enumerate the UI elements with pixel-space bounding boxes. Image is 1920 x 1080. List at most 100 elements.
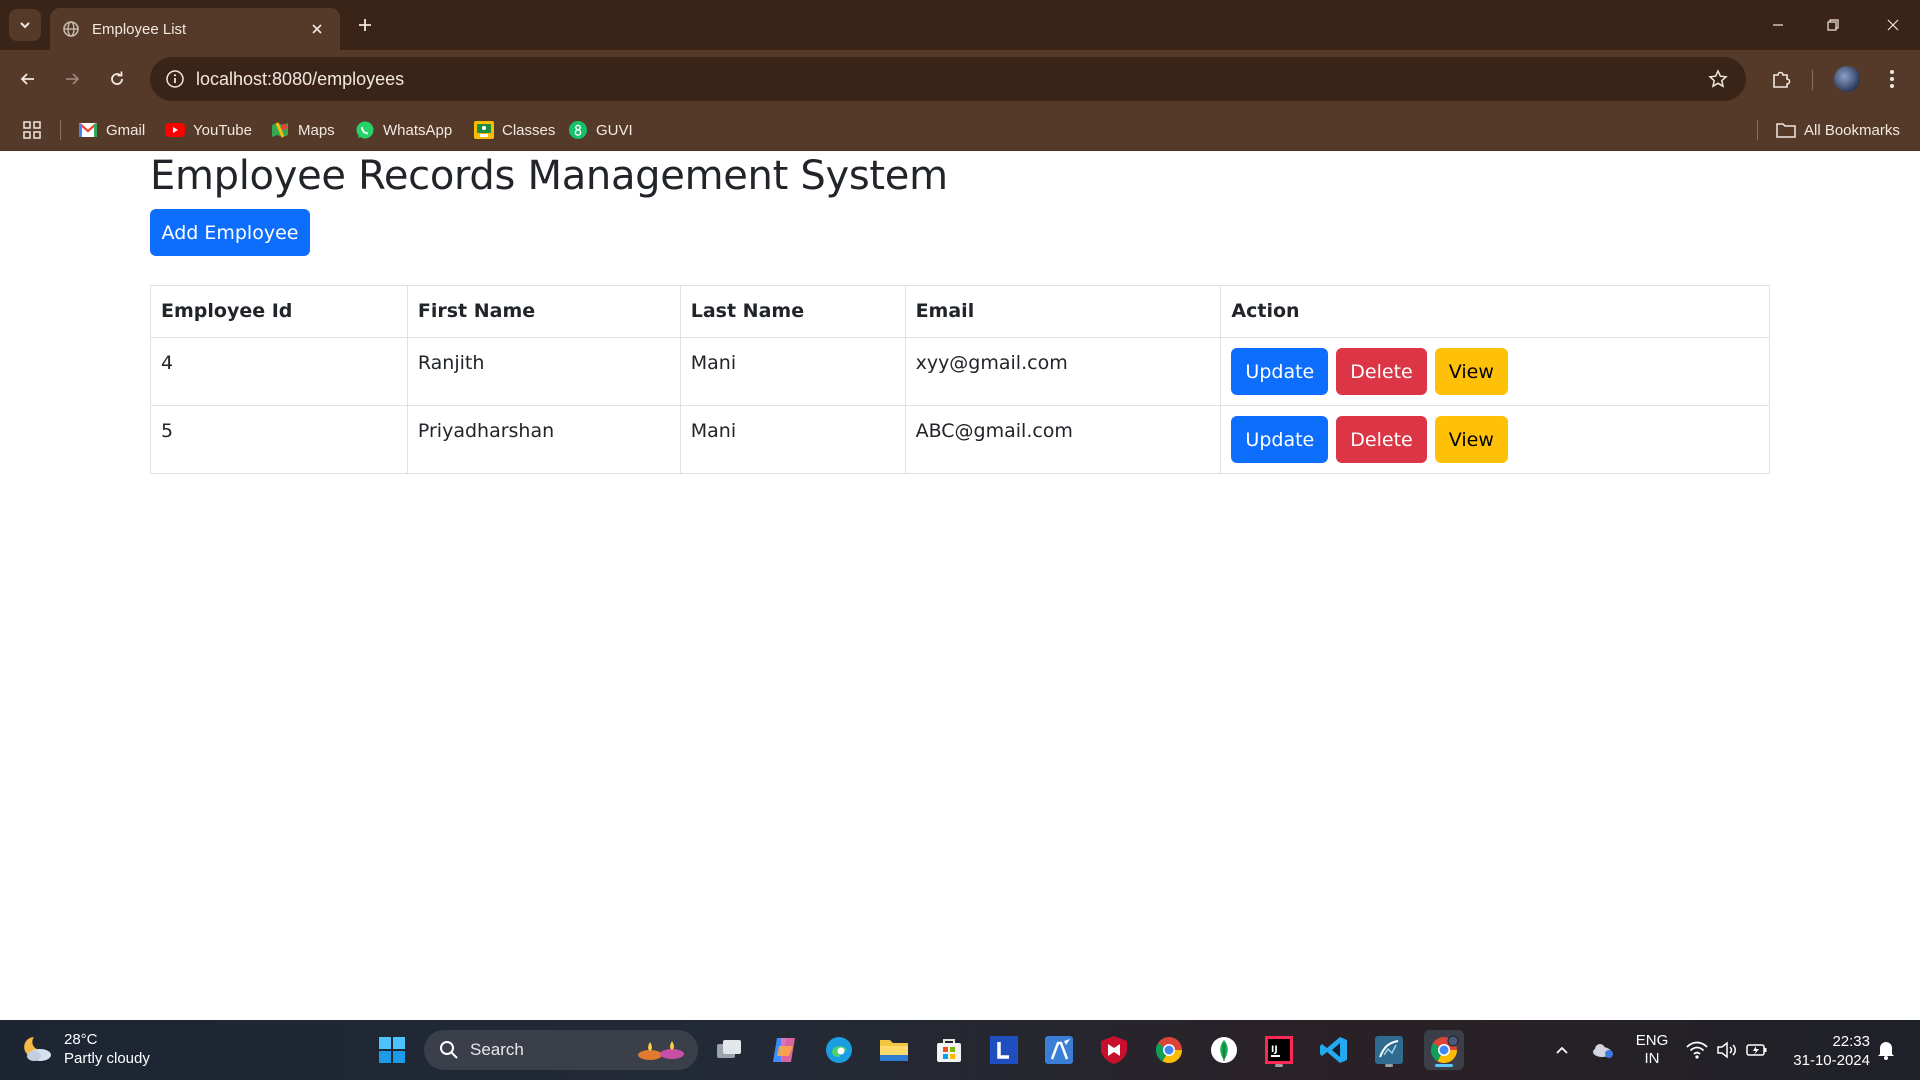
mongodb-leaf-icon xyxy=(1211,1037,1237,1063)
toolbar-divider xyxy=(1812,70,1813,90)
back-button[interactable] xyxy=(13,64,43,94)
extensions-button[interactable] xyxy=(1766,64,1796,94)
new-tab-button[interactable] xyxy=(352,12,378,38)
taskbar-clock[interactable]: 22:33 31-10-2024 xyxy=(1780,1032,1870,1070)
page-content: Employee Records Management System Add E… xyxy=(0,151,1920,1020)
bookmarks-bar: Gmail YouTube Maps WhatsApp Classes GUVI xyxy=(0,108,1920,151)
gmail-icon xyxy=(78,120,98,140)
cell-first-name: Priyadharshan xyxy=(406,405,681,474)
chrome-icon xyxy=(1155,1037,1183,1064)
url-text[interactable]: localhost:8080/employees xyxy=(196,69,404,90)
clock-time: 22:33 xyxy=(1832,1033,1870,1050)
address-bar[interactable]: localhost:8080/employees xyxy=(150,57,1746,101)
task-view-button[interactable] xyxy=(709,1030,749,1070)
onedrive-tray-button[interactable] xyxy=(1588,1034,1616,1066)
update-button[interactable]: Update xyxy=(1231,348,1329,395)
mysql-workbench-button[interactable] xyxy=(1369,1030,1409,1070)
weather-widget[interactable]: 28°C Partly cloudy xyxy=(20,1030,150,1068)
mcafee-button[interactable] xyxy=(1094,1030,1134,1070)
volume-tray-button[interactable] xyxy=(1714,1034,1740,1066)
maps-icon xyxy=(270,120,290,140)
bookmark-label: WhatsApp xyxy=(383,121,453,139)
minimize-button[interactable] xyxy=(1750,0,1805,50)
browser-tab-bar: Employee List xyxy=(0,0,1920,50)
file-explorer-button[interactable] xyxy=(874,1030,914,1070)
onedrive-cloud-icon xyxy=(1593,1044,1613,1058)
bookmark-star-icon[interactable] xyxy=(1706,67,1730,91)
cell-employee-id: 4 xyxy=(150,337,408,406)
cell-actions: Update Delete View xyxy=(1220,405,1770,474)
windows-logo-icon xyxy=(379,1037,405,1063)
site-info-icon[interactable] xyxy=(164,68,186,90)
intellij-button[interactable]: IJ xyxy=(1259,1030,1299,1070)
mysql-workbench-icon xyxy=(1375,1036,1403,1064)
view-button[interactable]: View xyxy=(1434,348,1508,395)
vscode-button[interactable] xyxy=(1314,1030,1354,1070)
bookmark-whatsapp[interactable]: WhatsApp xyxy=(355,116,452,144)
bookmark-youtube[interactable]: YouTube xyxy=(165,116,252,144)
column-header-first-name: First Name xyxy=(406,285,681,338)
pen-app-icon xyxy=(1045,1036,1073,1064)
edge-button[interactable] xyxy=(819,1030,859,1070)
clock-date: 31-10-2024 xyxy=(1793,1052,1870,1069)
copilot-button[interactable] xyxy=(764,1030,804,1070)
partly-cloudy-night-icon xyxy=(20,1032,54,1066)
bookmark-maps[interactable]: Maps xyxy=(270,116,335,144)
update-button[interactable]: Update xyxy=(1231,416,1329,463)
copilot-icon xyxy=(773,1038,795,1062)
folder-icon xyxy=(880,1040,908,1061)
bookmark-label: YouTube xyxy=(193,121,252,139)
whatsapp-icon xyxy=(355,120,375,140)
microsoft-store-button[interactable] xyxy=(929,1030,969,1070)
view-button[interactable]: View xyxy=(1434,416,1508,463)
bookmarks-divider xyxy=(1757,120,1758,140)
chrome-active-button[interactable] xyxy=(1424,1030,1464,1070)
all-bookmarks-button[interactable]: All Bookmarks xyxy=(1776,116,1900,144)
puzzle-icon xyxy=(1773,71,1791,88)
delete-button[interactable]: Delete xyxy=(1336,416,1427,463)
restore-icon xyxy=(1826,19,1839,31)
restore-button[interactable] xyxy=(1805,0,1860,50)
mongodb-compass-button[interactable] xyxy=(1204,1030,1244,1070)
taskbar-search[interactable]: Search xyxy=(424,1030,698,1070)
close-window-button[interactable] xyxy=(1865,0,1920,50)
tab-search-button[interactable] xyxy=(9,9,41,41)
apps-grid-icon[interactable] xyxy=(20,118,44,142)
speaker-icon xyxy=(1717,1041,1736,1059)
language-indicator[interactable]: ENG IN xyxy=(1630,1032,1674,1067)
battery-tray-button[interactable] xyxy=(1744,1034,1770,1066)
page-title: Employee Records Management System xyxy=(150,153,948,199)
weather-temperature: 28°C xyxy=(64,1031,98,1048)
battery-charging-icon xyxy=(1746,1044,1767,1056)
chrome-menu-button[interactable] xyxy=(1877,64,1907,94)
edge-icon xyxy=(826,1037,852,1063)
minimize-icon xyxy=(1772,24,1783,26)
bookmark-gmail[interactable]: Gmail xyxy=(78,116,145,144)
column-header-email: Email xyxy=(904,285,1222,338)
reload-button[interactable] xyxy=(102,64,132,94)
notifications-button[interactable] xyxy=(1874,1034,1898,1066)
show-hidden-icons-button[interactable] xyxy=(1550,1034,1574,1066)
bookmark-guvi[interactable]: GUVI xyxy=(568,116,633,144)
browser-tab-active[interactable]: Employee List xyxy=(50,8,340,50)
wifi-tray-button[interactable] xyxy=(1684,1034,1710,1066)
close-tab-icon[interactable] xyxy=(306,18,328,40)
avatar xyxy=(1834,66,1860,92)
arrow-left-icon xyxy=(20,73,34,85)
bookmark-classes[interactable]: Classes xyxy=(474,116,555,144)
app-button[interactable] xyxy=(1039,1030,1079,1070)
search-label: Search xyxy=(470,1040,524,1059)
chrome-button[interactable] xyxy=(1149,1030,1189,1070)
running-indicator xyxy=(1275,1064,1283,1067)
profile-button[interactable] xyxy=(1832,64,1862,94)
forward-button[interactable] xyxy=(57,64,87,94)
search-icon xyxy=(438,1039,460,1061)
add-employee-button[interactable]: Add Employee xyxy=(150,209,310,256)
folder-icon xyxy=(1776,120,1796,140)
svg-text:IJ: IJ xyxy=(1271,1045,1278,1055)
delete-button[interactable]: Delete xyxy=(1336,348,1427,395)
chrome-profile-icon xyxy=(1430,1035,1459,1064)
cell-last-name: Mani xyxy=(679,405,906,474)
lenovo-vantage-button[interactable] xyxy=(984,1030,1024,1070)
start-button[interactable] xyxy=(372,1030,412,1070)
